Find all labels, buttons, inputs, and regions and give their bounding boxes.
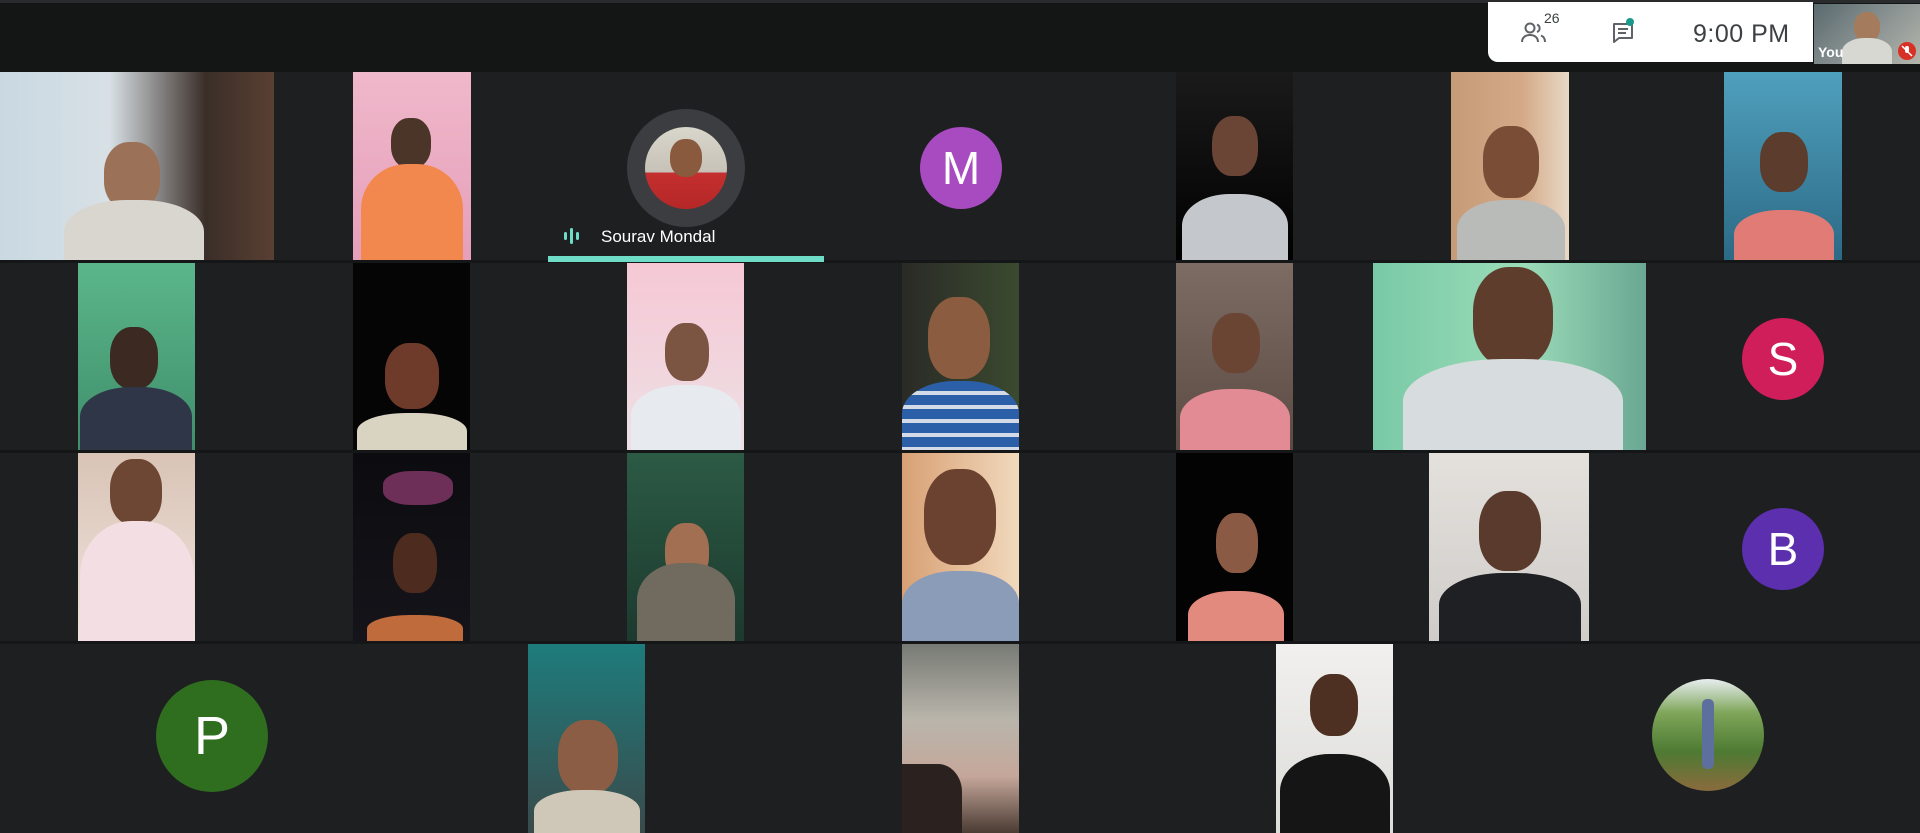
speaker-avatar[interactable] [645, 127, 727, 209]
participant-tile[interactable] [78, 263, 195, 450]
avatar-b[interactable]: B [1742, 508, 1824, 590]
participant-count: 26 [1544, 10, 1560, 26]
participant-grid: Sourav Mondal M S B P [0, 72, 1920, 833]
participant-tile[interactable] [1429, 453, 1589, 641]
participant-tile[interactable] [0, 72, 274, 260]
people-button[interactable]: 26 [1514, 10, 1560, 50]
avatar-m[interactable]: M [920, 127, 1002, 209]
chat-button[interactable] [1604, 16, 1644, 50]
chat-icon [1613, 23, 1633, 43]
avatar-p[interactable]: P [156, 680, 268, 792]
participant-tile[interactable] [1451, 72, 1569, 260]
participant-tile[interactable] [627, 263, 744, 450]
participant-avatar-photo[interactable] [1652, 679, 1764, 791]
participant-tile[interactable] [1176, 263, 1293, 450]
self-label: You [1818, 44, 1844, 60]
participant-tile[interactable] [1176, 72, 1293, 260]
speaking-indicator-bar [548, 256, 824, 262]
avatar-s[interactable]: S [1742, 318, 1824, 400]
participant-tile[interactable] [902, 263, 1019, 450]
participant-tile[interactable] [627, 453, 744, 641]
participant-tile[interactable] [353, 72, 471, 260]
meeting-info-bar: 26 9:00 PM [1488, 2, 1813, 62]
participant-tile[interactable] [78, 453, 195, 641]
mic-off-icon [1898, 42, 1916, 60]
audio-level-icon [564, 227, 579, 245]
participant-tile[interactable] [353, 453, 470, 641]
participant-tile[interactable] [1176, 453, 1293, 641]
self-view-tile[interactable]: You [1814, 4, 1920, 64]
chat-notification-dot [1626, 18, 1634, 26]
participant-tile[interactable] [528, 644, 645, 833]
participant-tile[interactable] [902, 453, 1019, 641]
active-speaker-name: Sourav Mondal [601, 227, 716, 246]
meeting-clock: 9:00 PM [1693, 20, 1790, 48]
participant-tile[interactable] [353, 263, 470, 450]
participant-tile[interactable] [902, 644, 1019, 833]
participant-tile[interactable] [1276, 644, 1393, 833]
participant-tile[interactable] [1724, 72, 1842, 260]
participant-tile[interactable] [1373, 263, 1646, 450]
